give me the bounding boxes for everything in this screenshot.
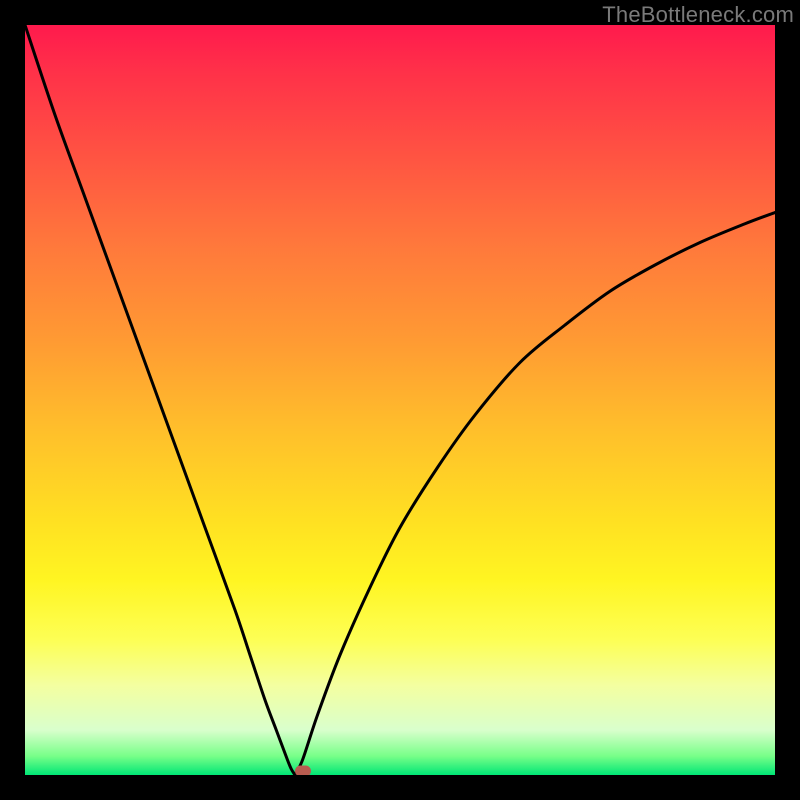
- bottleneck-curve-right: [295, 213, 775, 776]
- watermark-label: TheBottleneck.com: [602, 2, 794, 28]
- plot-area: [25, 25, 775, 775]
- bottleneck-curve-left: [25, 25, 295, 775]
- curve-layer: [25, 25, 775, 775]
- chart-frame: TheBottleneck.com: [0, 0, 800, 800]
- optimal-marker: [295, 766, 311, 775]
